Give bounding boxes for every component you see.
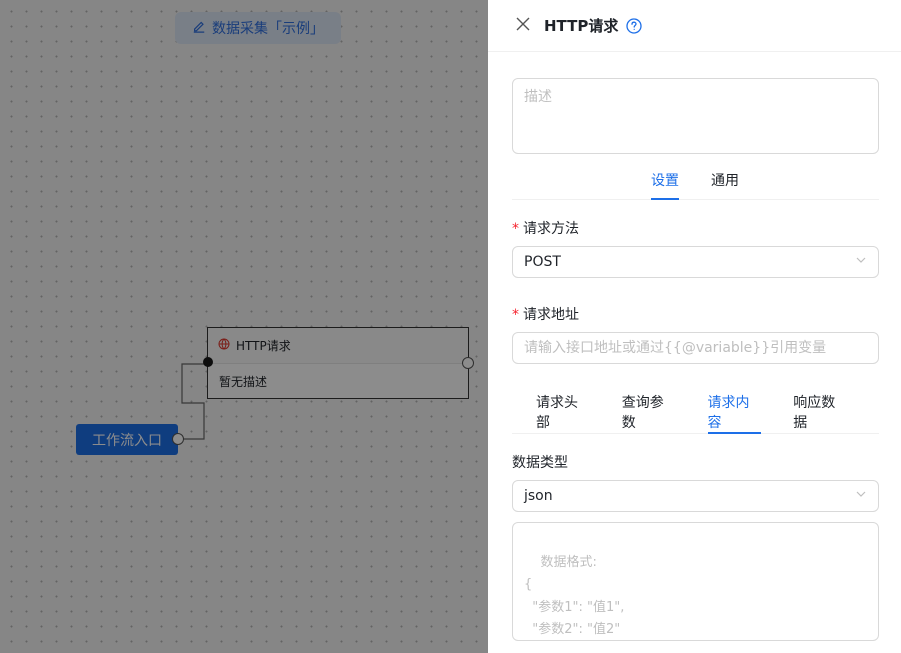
tab-request-headers[interactable]: 请求头部 — [536, 390, 590, 433]
chevron-down-icon — [855, 254, 867, 270]
description-textarea[interactable]: 描述 — [512, 78, 879, 154]
workflow-canvas[interactable]: 数据采集「示例」 工作流入口 HTTP请求 暂无描述 — [0, 0, 488, 653]
drawer-title: HTTP请求 — [544, 17, 619, 35]
request-tabs: 请求头部 查询参数 请求内容 响应数据 — [512, 390, 879, 434]
data-format-placeholder: 数据格式: { "参数1": "值1", "参数2": "值2" } — [524, 554, 625, 638]
tab-settings[interactable]: 设置 — [651, 160, 679, 200]
url-input[interactable] — [512, 332, 879, 364]
close-button[interactable] — [514, 17, 532, 35]
close-icon — [516, 17, 530, 35]
data-type-label: 数据类型 — [512, 455, 568, 471]
required-mark: * — [512, 221, 519, 237]
description-placeholder: 描述 — [524, 89, 552, 105]
help-icon[interactable] — [626, 17, 643, 34]
tab-query-params[interactable]: 查询参数 — [622, 390, 676, 433]
data-format-textarea[interactable]: 数据格式: { "参数1": "值1", "参数2": "值2" } — [512, 522, 879, 641]
data-type-select[interactable]: json — [512, 480, 879, 512]
settings-tabs: 设置 通用 — [512, 160, 879, 200]
tab-general[interactable]: 通用 — [711, 160, 739, 199]
modal-overlay[interactable] — [0, 0, 488, 653]
method-label-text: 请求方法 — [523, 221, 579, 237]
required-mark: * — [512, 307, 519, 323]
method-select[interactable]: POST — [512, 246, 879, 278]
node-settings-drawer: HTTP请求 描述 设置 通用 *请求方法 POST *请求地址 请求头部 查询… — [488, 0, 901, 653]
data-type-select-value: json — [524, 488, 553, 504]
chevron-down-icon — [855, 488, 867, 504]
url-label-text: 请求地址 — [523, 307, 579, 323]
tab-request-body[interactable]: 请求内容 — [707, 390, 762, 434]
method-label: * 请求方法 — [512, 218, 579, 238]
drawer-header: HTTP请求 — [488, 0, 901, 52]
tab-response-data[interactable]: 响应数据 — [793, 390, 847, 433]
method-select-value: POST — [524, 254, 561, 270]
url-label: * 请求地址 — [512, 304, 579, 324]
